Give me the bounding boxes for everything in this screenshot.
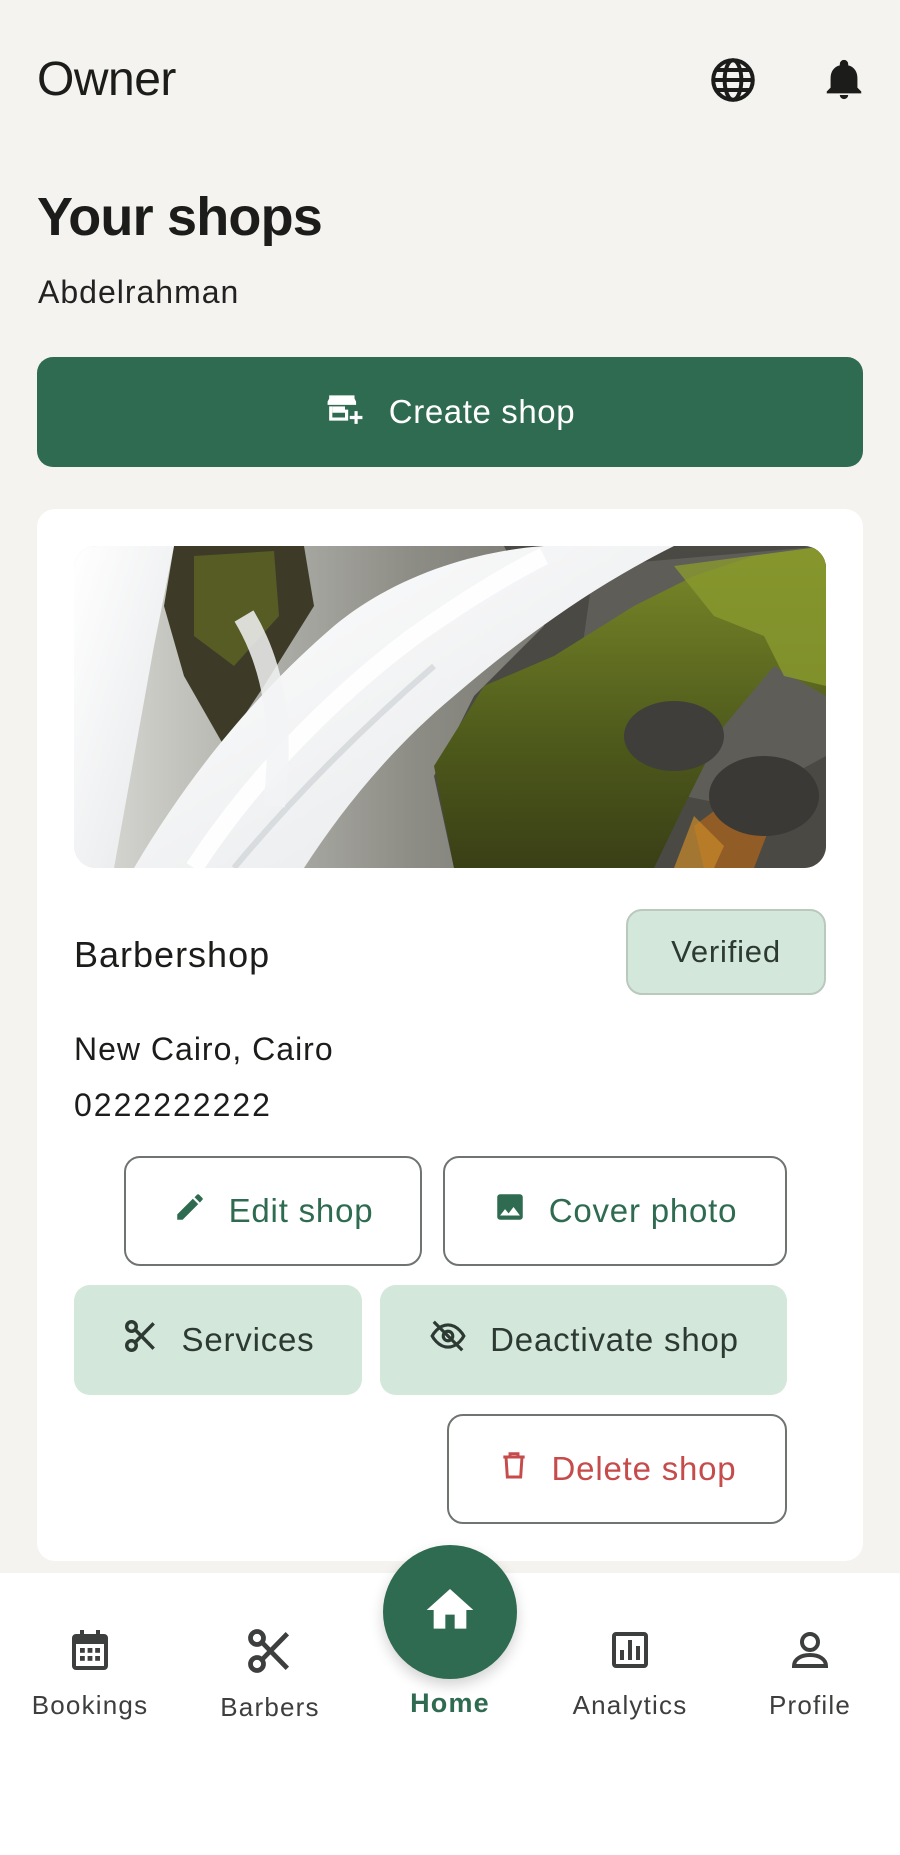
add-store-icon [325,389,365,435]
cover-photo-button[interactable]: Cover photo [443,1156,787,1266]
edit-shop-button[interactable]: Edit shop [124,1156,422,1266]
delete-shop-button[interactable]: Delete shop [447,1414,787,1524]
nav-label-barbers: Barbers [220,1692,320,1722]
nav-item-profile[interactable]: Profile [725,1625,895,1721]
image-icon [493,1190,527,1232]
nav-item-barbers[interactable]: Barbers [185,1625,355,1723]
nav-item-analytics[interactable]: Analytics [545,1625,715,1721]
page-title: Your shops [37,187,323,247]
create-shop-button[interactable]: Create shop [37,357,863,467]
create-shop-label: Create shop [388,393,576,430]
services-label: Services [181,1321,315,1358]
home-icon [421,1582,479,1643]
nav-item-bookings[interactable]: Bookings [5,1625,175,1721]
shop-phone: 0222222222 [74,1087,272,1123]
status-badge: Verified [626,909,826,995]
bell-icon[interactable] [816,52,872,108]
scissors-icon [122,1317,160,1363]
person-icon [786,1625,834,1680]
shop-card: Barbershop Verified New Cairo, Cairo 022… [37,509,863,1561]
nav-label-home[interactable]: Home [350,1688,550,1719]
cover-photo-label: Cover photo [548,1192,738,1229]
trash-icon [498,1447,530,1491]
calendar-icon [66,1625,114,1680]
app-title: Owner [37,53,176,106]
analytics-icon [606,1625,654,1680]
nav-label-profile: Profile [768,1690,852,1720]
deactivate-shop-button[interactable]: Deactivate shop [380,1285,787,1395]
globe-icon[interactable] [705,52,761,108]
delete-shop-label: Delete shop [551,1450,737,1487]
nav-item-home[interactable] [383,1545,517,1679]
shop-location: New Cairo, Cairo [74,1031,334,1067]
nav-label-bookings: Bookings [31,1690,149,1720]
edit-shop-label: Edit shop [228,1192,374,1229]
shop-name: Barbershop [74,934,271,975]
nav-label-analytics: Analytics [572,1690,688,1720]
owner-name: Abdelrahman [38,274,240,310]
app-bar: Owner [0,0,900,160]
services-button[interactable]: Services [74,1285,362,1395]
scissors-icon [244,1625,296,1682]
deactivate-shop-label: Deactivate shop [490,1321,739,1358]
eye-off-icon [428,1317,468,1363]
pencil-icon [173,1190,207,1232]
cover-photo [74,546,826,868]
